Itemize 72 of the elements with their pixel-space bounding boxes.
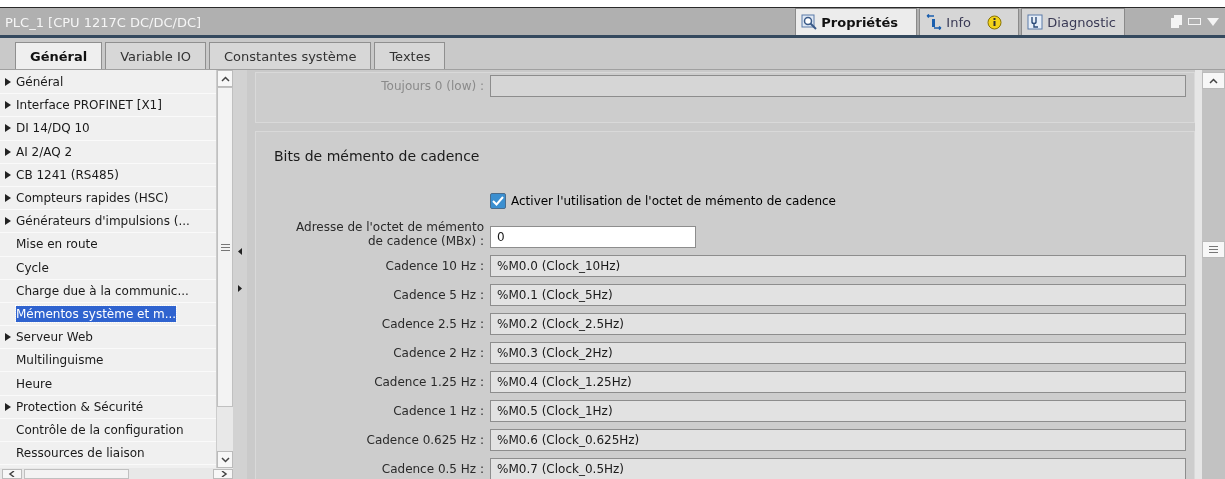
output-field: %M0.3 (Clock_2Hz) — [490, 342, 1186, 364]
nav-item[interactable]: Serveur Web — [16, 329, 93, 346]
collapse-left-icon[interactable] — [238, 248, 242, 255]
stethoscope-icon — [1027, 14, 1044, 30]
scroll-up-icon[interactable] — [220, 75, 230, 82]
expand-icon[interactable] — [5, 78, 11, 87]
inspector-tab[interactable]: Diagnostic — [1021, 8, 1125, 35]
expand-icon[interactable] — [5, 124, 11, 133]
checkbox[interactable] — [490, 193, 506, 209]
expand-icon[interactable] — [5, 147, 11, 156]
nav-item[interactable]: Compteurs rapides (HSC) — [16, 190, 169, 207]
nav-item[interactable]: CB 1241 (RS485) — [16, 166, 119, 183]
expand-right-icon[interactable] — [238, 285, 242, 292]
expand-icon[interactable] — [5, 333, 11, 342]
scroll-up-icon[interactable] — [1209, 77, 1218, 84]
nav-item[interactable]: Générateurs d'impulsions (... — [16, 213, 190, 230]
scroll-left-icon[interactable] — [7, 470, 17, 477]
checkbox-label: Activer l'utilisation de l'octet de mémento de cadence — [511, 194, 836, 208]
inspector-tab[interactable]: Info — [919, 8, 1020, 35]
magnifier-icon — [801, 14, 818, 30]
nav-item[interactable]: AI 2/AQ 2 — [16, 143, 73, 160]
scroll-grip-icon — [1209, 246, 1218, 253]
field-label: Adresse de l'octet de mémento de cadence (MBx) : — [295, 220, 484, 248]
expand-icon[interactable] — [5, 194, 11, 203]
field-label: Cadence 2.5 Hz : — [380, 317, 484, 331]
output-field: %M0.1 (Clock_5Hz) — [490, 284, 1186, 306]
field-label: Cadence 0.625 Hz : — [365, 433, 484, 447]
field-label: Cadence 1 Hz : — [392, 404, 484, 418]
scroll-grip-icon — [220, 243, 230, 251]
tab[interactable]: Variable IO — [105, 42, 207, 69]
window-title: PLC_1 [CPU 1217C DC/DC/DC] — [5, 14, 203, 30]
nav-item[interactable]: DI 14/DQ 10 — [16, 120, 90, 137]
nav-item[interactable]: Mise en route — [16, 236, 98, 253]
expand-icon[interactable] — [5, 402, 11, 411]
output-field: %M0.5 (Clock_1Hz) — [490, 400, 1186, 422]
scroll-down-icon[interactable] — [220, 456, 230, 463]
info-badge-icon — [986, 14, 1002, 30]
field-label: Cadence 0.5 Hz : — [380, 462, 484, 476]
tab[interactable]: Constantes système — [209, 42, 372, 69]
field-label: Cadence 10 Hz : — [384, 259, 484, 273]
nav-item[interactable]: Heure — [16, 375, 53, 392]
horizontal-scrollbar[interactable] — [0, 468, 233, 479]
nav-item[interactable]: Mémentos système et m... — [16, 305, 177, 322]
scrollbar[interactable] — [1195, 70, 1225, 479]
info-arrows-icon — [925, 14, 943, 30]
field-label: Toujours 0 (low) : — [380, 79, 484, 93]
field-label: Cadence 1.25 Hz : — [373, 375, 484, 389]
nav-item[interactable]: Ressources de liaison — [16, 445, 145, 462]
expand-icon[interactable] — [5, 101, 11, 110]
field-label: Cadence 5 Hz : — [392, 288, 484, 302]
output-field: %M0.7 (Clock_0.5Hz) — [490, 458, 1186, 479]
output-field: %M0.2 (Clock_2.5Hz) — [490, 313, 1186, 335]
inspector-tab[interactable]: Propriétés — [795, 8, 918, 35]
nav-item[interactable]: Général — [16, 74, 64, 91]
expand-icon[interactable] — [5, 217, 11, 226]
field-label: Cadence 2 Hz : — [392, 346, 484, 360]
nav-item[interactable]: Contrôle de la configuration — [16, 421, 184, 438]
tab[interactable]: Général — [15, 42, 103, 69]
tab[interactable]: Textes — [374, 42, 446, 69]
expand-icon[interactable] — [5, 170, 11, 179]
section-title: Bits de mémento de cadence — [273, 147, 481, 166]
nav-item[interactable]: Interface PROFINET [X1] — [16, 97, 162, 114]
output-field: %M0.4 (Clock_1.25Hz) — [490, 371, 1186, 393]
nav-item[interactable]: Charge due à la communic... — [16, 282, 189, 299]
nav-item[interactable]: Protection & Sécurité — [16, 398, 144, 415]
nav-item[interactable]: Multilinguisme — [16, 352, 104, 369]
output-field: %M0.0 (Clock_10Hz) — [490, 255, 1186, 277]
input-field[interactable]: 0 — [490, 226, 696, 248]
scrollbar[interactable] — [216, 70, 233, 468]
nav-item[interactable]: Cycle — [16, 259, 49, 276]
output-field: %M0.6 (Clock_0.625Hz) — [490, 429, 1186, 451]
input-field[interactable] — [490, 75, 1186, 97]
